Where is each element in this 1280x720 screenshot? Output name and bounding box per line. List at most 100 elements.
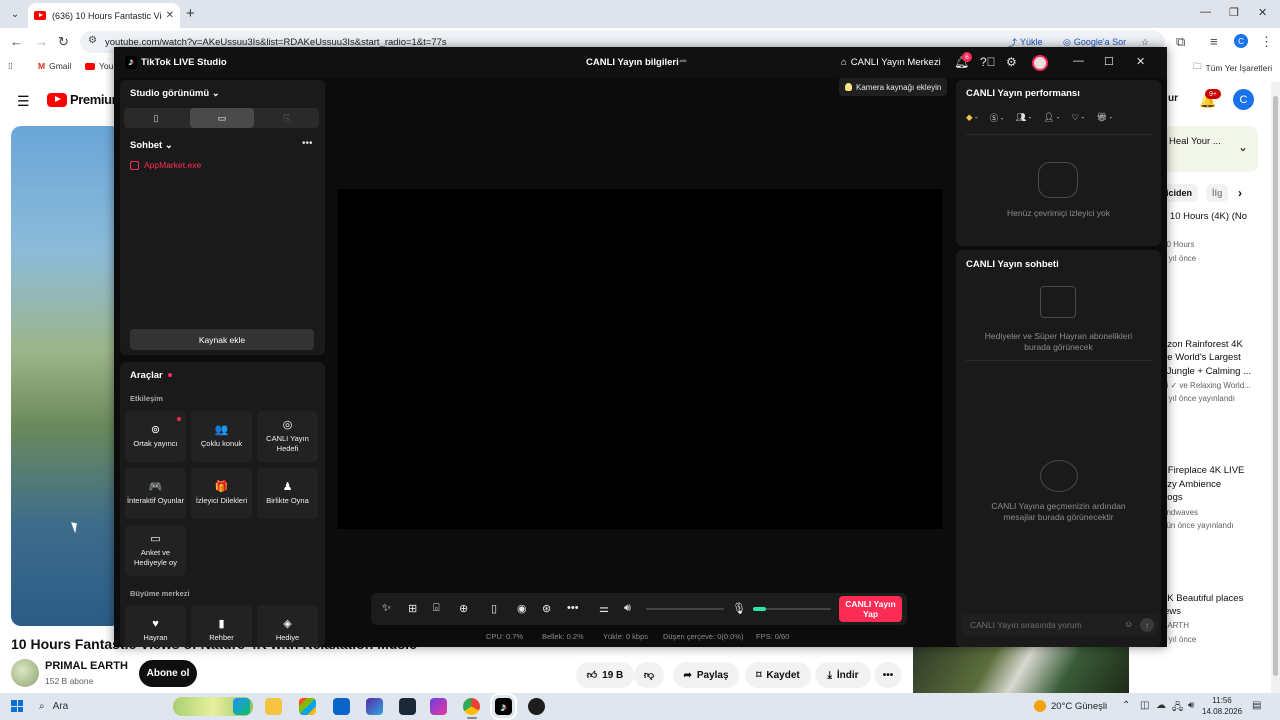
youtube-header-partial[interactable]: ur — [1168, 93, 1178, 104]
chevron-down-icon[interactable]: ⌄ — [1238, 140, 1248, 154]
new-followers-metric-icon[interactable]: 👤︎ - — [1043, 112, 1059, 124]
weather-widget[interactable]: 20°C Güneşli — [1034, 700, 1107, 712]
scene-more-options-icon[interactable]: ••• — [302, 138, 313, 149]
chrome-icon[interactable] — [463, 698, 480, 715]
close-window-icon[interactable]: ✕ — [1258, 6, 1267, 19]
tiktok-user-avatar[interactable] — [1032, 55, 1048, 71]
tiktok-taskbar-icon[interactable]: ♪ — [490, 693, 517, 720]
file-explorer-icon[interactable] — [265, 698, 282, 715]
browser-tab-youtube[interactable]: (636) 10 Hours Fantastic Views ✕ — [28, 3, 180, 28]
channel-info[interactable]: PRIMAL EARTH 152 B abone — [11, 657, 128, 689]
phone-icon[interactable]: ▯ — [491, 602, 497, 615]
app-icon-dark[interactable] — [528, 698, 545, 715]
viewers-metric-icon[interactable]: 👥︎ - — [1015, 112, 1031, 124]
youtube-avatar[interactable]: C — [1233, 89, 1254, 110]
coin-metric-icon[interactable]: Ⓢ - — [990, 112, 1004, 124]
go-live-button[interactable]: CANLI Yayın Yap — [839, 596, 902, 622]
related-3-title[interactable]: - Fireplace 4K LIVE — [1162, 465, 1244, 476]
edge-icon[interactable] — [233, 698, 250, 715]
reload-icon[interactable]: ↻ — [58, 34, 69, 50]
related-4-title[interactable]: 4K Beautiful places — [1162, 593, 1243, 604]
tool-gift[interactable]: ◈ Hediye — [257, 605, 318, 647]
tool-interactive-games[interactable]: 🎮 İnteraktif Oyunlar — [125, 468, 186, 519]
settings-gear-icon[interactable]: ⚙ — [1006, 55, 1017, 69]
back-icon[interactable]: ← — [10, 34, 23, 49]
related-2-title[interactable]: azon Rainforest 4K — [1162, 339, 1243, 350]
onedrive-icon[interactable]: ☁ — [1156, 700, 1166, 711]
tiktok-close-icon[interactable]: ✕ — [1136, 55, 1145, 68]
audio-mixer-icon[interactable]: ⚌ — [599, 602, 609, 615]
tool-viewer-wishes[interactable]: 🎁 İzleyici Dilekleri — [191, 468, 252, 519]
live-center-button[interactable]: ⌂ CANLI Yayın Merkezi — [841, 57, 941, 68]
scrollbar-thumb[interactable] — [1273, 96, 1278, 676]
extensions-icon[interactable]: ⧉ — [1176, 34, 1185, 50]
restore-icon[interactable]: ❐ — [1229, 6, 1239, 19]
microphone-level-slider[interactable] — [753, 607, 831, 611]
channel-name[interactable]: PRIMAL EARTH — [45, 660, 128, 672]
microsoft-store-icon[interactable] — [299, 698, 316, 715]
related-video-thumbnail[interactable] — [913, 647, 1129, 693]
more-tools-icon[interactable]: ••• — [567, 602, 579, 614]
new-tab-button[interactable]: + — [186, 5, 195, 22]
portrait-layout-button[interactable]: ▯ — [124, 108, 188, 128]
speaker-volume-icon[interactable]: 🔊︎ — [624, 602, 631, 615]
studio-view-dropdown[interactable]: Studio görünümü ⌄ — [130, 88, 220, 99]
like-button[interactable]: 👍︎ 19 B — [576, 662, 634, 688]
record-icon[interactable]: ◉ — [517, 602, 527, 615]
chat-scene-dropdown[interactable]: Sohbet ⌄ — [130, 140, 173, 151]
more-actions-button[interactable]: ••• — [874, 662, 902, 688]
all-bookmarks[interactable]: 🗀 Tüm Yer İşaretleri — [1193, 61, 1272, 75]
steam-icon[interactable] — [399, 698, 416, 715]
dislike-button[interactable]: 👎︎ — [634, 662, 664, 688]
tool-live-goal[interactable]: ◎ CANLI Yayın Hedefi — [257, 411, 318, 462]
rotate-layout-button[interactable]: ⎘ — [255, 108, 319, 128]
chevron-right-icon[interactable]: › — [1238, 186, 1242, 200]
tab-search-chevron-icon[interactable]: ⌄ — [6, 5, 24, 23]
microphone-icon[interactable]: 🎙︎ — [732, 602, 746, 615]
tool-multi-guest[interactable]: 👥 Çoklu konuk — [191, 411, 252, 462]
youtube-premium-logo[interactable]: Premium — [47, 92, 123, 107]
chat-comment-box[interactable]: ☺ ↑ — [962, 614, 1158, 636]
related-3-title-line2[interactable]: ozy Ambience — [1162, 479, 1221, 490]
screenshot-icon[interactable]: ⌻ — [433, 602, 440, 615]
tool-fans[interactable]: ♥ Hayran — [125, 605, 186, 647]
related-2-title-line3[interactable]: l Jungle + Calming ... — [1162, 366, 1251, 377]
share-arrow-icon[interactable]: ➦ — [679, 56, 687, 67]
tiktok-maximize-icon[interactable]: ☐ — [1104, 55, 1114, 68]
live-info-title[interactable]: CANLI Yayın bilgileri — [586, 57, 679, 68]
stream-preview-canvas[interactable] — [338, 189, 942, 529]
tray-app-icon[interactable]: ◫ — [1140, 700, 1149, 711]
gifts-metric-icon[interactable]: 🎁︎ - — [1096, 112, 1112, 124]
add-source-button[interactable]: Kaynak ekle — [130, 329, 314, 350]
notification-center-icon[interactable]: ▤ — [1252, 700, 1261, 711]
tool-guide[interactable]: ▮ Rehber — [191, 605, 252, 647]
tray-overflow-icon[interactable]: ⌃ — [1122, 700, 1130, 711]
apps-grid-icon[interactable]: ⁞⁞ — [8, 61, 13, 71]
replay-icon[interactable]: ⊛ — [542, 602, 551, 615]
minimize-icon[interactable]: — — [1200, 6, 1211, 18]
diamond-metric-icon[interactable]: ◆ - — [966, 112, 978, 124]
landscape-layout-button[interactable]: ▭ — [190, 108, 254, 128]
bookmark-youtube[interactable]: You — [85, 61, 113, 71]
chat-comment-input[interactable] — [970, 618, 1110, 632]
tool-play-together[interactable]: ♟ Birlikte Oyna — [257, 468, 318, 519]
magic-effects-icon[interactable]: ✨︎ — [382, 602, 391, 615]
add-media-icon[interactable]: ⊕ — [459, 602, 468, 615]
related-1-title[interactable]: e 10 Hours (4K) (No — [1162, 211, 1247, 222]
related-2-title-line2[interactable]: he World's Largest — [1162, 352, 1241, 363]
tool-co-host[interactable]: ⊚ Ortak yayıncı — [125, 411, 186, 462]
add-camera-source-button[interactable]: Kamera kaynağı ekleyin — [839, 78, 948, 96]
speaker-volume-slider[interactable] — [646, 608, 724, 610]
forward-icon[interactable]: → — [35, 34, 48, 49]
outlook-icon[interactable] — [333, 698, 350, 715]
profile-avatar[interactable]: C — [1234, 34, 1248, 48]
tiktok-minimize-icon[interactable]: — — [1073, 55, 1084, 67]
source-item-appmarket[interactable]: AppMarket.exe — [130, 160, 201, 170]
page-scrollbar[interactable] — [1271, 82, 1280, 694]
share-button[interactable]: ➦ Paylaş — [673, 662, 739, 688]
taskbar-search[interactable]: ⌕ Ara — [33, 696, 253, 717]
app-icon-generic[interactable] — [366, 698, 383, 715]
save-button[interactable]: ⌑ Kaydet — [745, 662, 811, 688]
help-icon[interactable]: ?⃝ — [980, 55, 996, 69]
video-player[interactable] — [11, 126, 121, 626]
